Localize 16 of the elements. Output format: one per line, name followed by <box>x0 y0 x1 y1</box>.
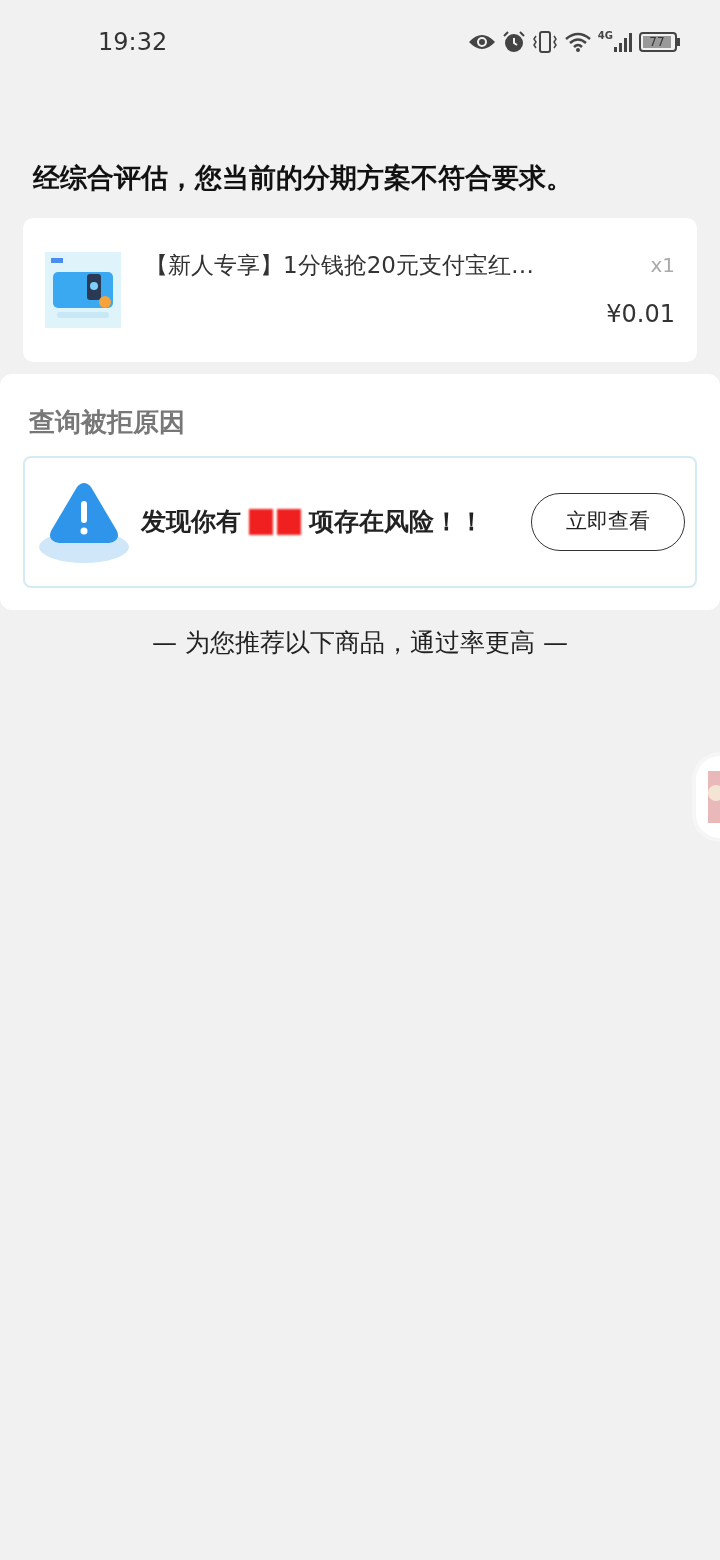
product-quantity: x1 <box>650 252 675 279</box>
battery-level: 77 <box>643 36 671 48</box>
recommend-divider: — 为您推荐以下商品，通过率更高 — <box>151 627 569 659</box>
network-label: 4G <box>597 31 613 41</box>
alarm-icon <box>501 30 526 54</box>
vibrate-icon <box>531 30 558 54</box>
status-time: 19:32 <box>98 27 168 58</box>
risk-text: 发现你有 <box>141 506 241 539</box>
product-price: ¥0.01 <box>606 299 675 331</box>
section-title: 查询被拒原因 <box>28 406 186 439</box>
headline: 经综合评估，您当前的分期方案不符合要求。 <box>31 161 574 195</box>
risk-text: 项存在风险！！ <box>309 506 484 539</box>
eye-icon <box>467 32 496 52</box>
signal-icon <box>613 31 633 53</box>
product-title: 【新人专享】1分钱抢20元支付宝红… <box>145 250 534 280</box>
wifi-icon <box>563 31 592 53</box>
